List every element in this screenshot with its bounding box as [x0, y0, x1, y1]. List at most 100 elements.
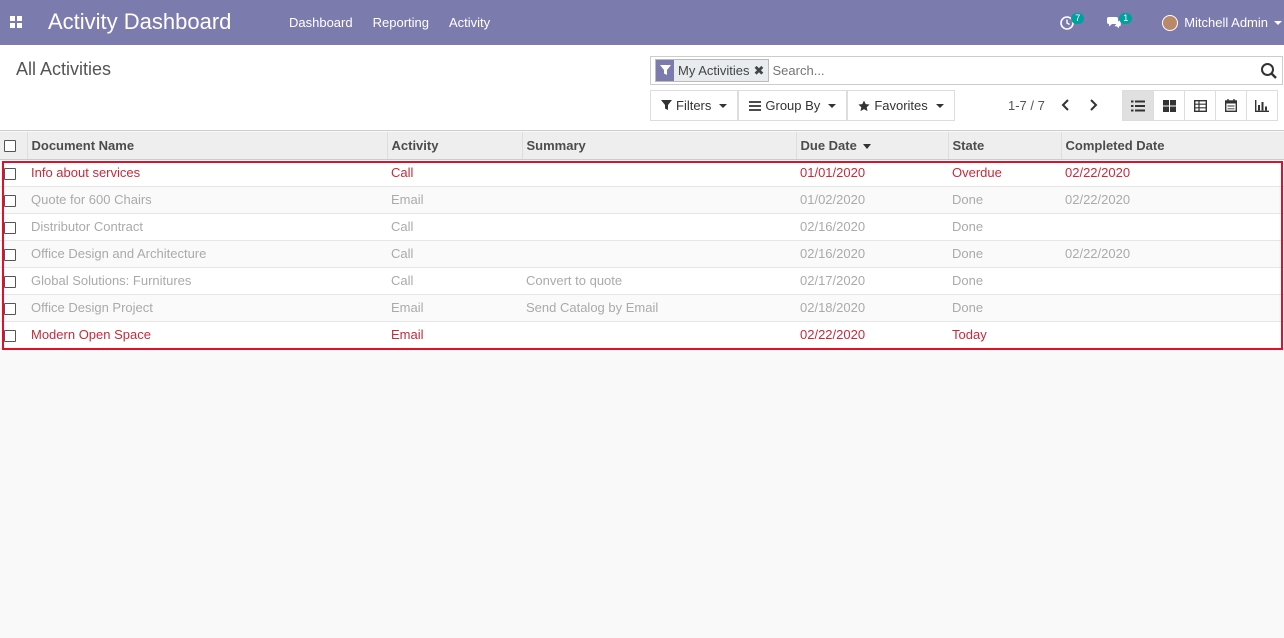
pager-value[interactable]: 1-7 / 7	[1008, 98, 1045, 113]
completed-date-cell	[1061, 267, 1284, 295]
summary-cell	[522, 321, 796, 349]
filter-icon	[661, 100, 672, 110]
pivot-view-button[interactable]	[1184, 90, 1216, 121]
row-checkbox[interactable]	[4, 329, 16, 342]
search-icon[interactable]	[1260, 62, 1278, 80]
document-name-cell: Modern Open Space	[27, 321, 387, 349]
state-cell: Done	[948, 213, 1061, 241]
table-row[interactable]: Distributor Contract Call 02/16/2020 Don…	[0, 213, 1284, 241]
state-cell: Today	[948, 321, 1061, 349]
due-date-cell: 02/16/2020	[796, 213, 948, 241]
row-checkbox[interactable]	[4, 167, 16, 180]
summary-cell: Send Catalog by Email	[522, 294, 796, 322]
column-header-summary[interactable]: Summary	[522, 132, 797, 160]
bar-chart-icon	[1255, 99, 1269, 112]
document-name-cell: Office Design Project	[27, 294, 387, 322]
user-name: Mitchell Admin	[1184, 15, 1268, 30]
activity-list: Document Name Activity Summary Due Date …	[0, 132, 1284, 349]
search-bar: My Activities ✖	[650, 56, 1283, 85]
chevron-down-icon	[828, 103, 837, 108]
row-checkbox[interactable]	[4, 194, 16, 207]
activity-tray-button[interactable]: 7	[1060, 0, 1086, 45]
activity-cell: Email	[387, 294, 522, 322]
completed-date-cell: 02/22/2020	[1061, 186, 1284, 214]
row-checkbox[interactable]	[4, 302, 16, 315]
favorites-button[interactable]: Favorites	[847, 90, 955, 121]
activity-cell: Call	[387, 267, 522, 295]
summary-cell	[522, 186, 796, 214]
select-all-cell[interactable]	[0, 132, 28, 160]
activity-cell: Call	[387, 213, 522, 241]
row-select-cell[interactable]	[0, 321, 27, 349]
row-checkbox[interactable]	[4, 248, 16, 261]
list-view-button[interactable]	[1122, 90, 1154, 121]
calendar-view-icon	[1225, 99, 1237, 112]
state-cell: Done	[948, 240, 1061, 268]
menu-item-activity[interactable]: Activity	[439, 0, 500, 45]
control-panel: All Activities My Activities ✖ Filters G…	[0, 45, 1284, 131]
document-name-cell: Global Solutions: Furnitures	[27, 267, 387, 295]
menu-item-dashboard[interactable]: Dashboard	[279, 0, 363, 45]
due-date-cell: 02/17/2020	[796, 267, 948, 295]
activity-table: Document Name Activity Summary Due Date …	[0, 132, 1284, 349]
main-menu: Dashboard Reporting Activity	[279, 0, 500, 45]
table-row[interactable]: Info about services Call 01/01/2020 Over…	[0, 159, 1284, 187]
search-input[interactable]	[772, 63, 1282, 78]
user-menu[interactable]: Mitchell Admin	[1162, 14, 1282, 31]
select-all-checkbox[interactable]	[4, 140, 16, 153]
due-date-cell: 02/18/2020	[796, 294, 948, 322]
row-checkbox[interactable]	[4, 221, 16, 234]
avatar	[1162, 14, 1179, 31]
column-header-completed-date[interactable]: Completed Date	[1061, 132, 1284, 160]
chevron-down-icon	[935, 103, 944, 108]
chevron-down-icon	[719, 103, 728, 108]
table-row[interactable]: Global Solutions: Furnitures Call Conver…	[0, 267, 1284, 295]
row-select-cell[interactable]	[0, 213, 27, 241]
graph-view-button[interactable]	[1246, 90, 1278, 121]
state-cell: Done	[948, 294, 1061, 322]
completed-date-cell: 02/22/2020	[1061, 240, 1284, 268]
messages-tray-button[interactable]: 1	[1106, 0, 1136, 45]
calendar-view-button[interactable]	[1215, 90, 1247, 121]
document-name-cell: Office Design and Architecture	[27, 240, 387, 268]
list-view-icon	[1131, 100, 1145, 111]
group-by-button[interactable]: Group By	[738, 90, 848, 121]
message-count-badge: 1	[1119, 13, 1133, 24]
filter-icon	[656, 60, 674, 81]
close-icon[interactable]: ✖	[754, 60, 768, 81]
chevron-left-icon[interactable]	[1057, 96, 1075, 114]
row-select-cell[interactable]	[0, 294, 27, 322]
kanban-view-button[interactable]	[1153, 90, 1185, 121]
row-select-cell[interactable]	[0, 186, 27, 214]
view-switcher	[1122, 90, 1278, 121]
group-by-label: Group By	[765, 98, 821, 113]
column-header-activity[interactable]: Activity	[387, 132, 523, 160]
row-select-cell[interactable]	[0, 240, 27, 268]
table-row[interactable]: Office Design Project Email Send Catalog…	[0, 294, 1284, 322]
table-view-icon	[1193, 99, 1207, 112]
apps-menu-icon[interactable]	[10, 16, 22, 28]
due-date-cell: 01/02/2020	[796, 186, 948, 214]
table-row[interactable]: Quote for 600 Chairs Email 01/02/2020 Do…	[0, 186, 1284, 214]
app-title[interactable]: Activity Dashboard	[48, 9, 231, 35]
table-row[interactable]: Office Design and Architecture Call 02/1…	[0, 240, 1284, 268]
row-select-cell[interactable]	[0, 267, 27, 295]
filters-button[interactable]: Filters	[650, 90, 739, 121]
column-header-state[interactable]: State	[948, 132, 1062, 160]
column-header-due-date[interactable]: Due Date	[796, 132, 949, 160]
completed-date-cell	[1061, 213, 1284, 241]
document-name-cell: Info about services	[27, 159, 387, 187]
chevron-right-icon[interactable]	[1084, 96, 1102, 114]
breadcrumb: All Activities	[16, 59, 112, 79]
completed-date-cell	[1061, 294, 1284, 322]
document-name-cell: Quote for 600 Chairs	[27, 186, 387, 214]
menu-item-reporting[interactable]: Reporting	[363, 0, 439, 45]
completed-date-cell	[1061, 321, 1284, 349]
column-header-document-name[interactable]: Document Name	[27, 132, 388, 160]
table-row[interactable]: Modern Open Space Email 02/22/2020 Today	[0, 321, 1284, 349]
row-select-cell[interactable]	[0, 159, 27, 187]
row-checkbox[interactable]	[4, 275, 16, 288]
favorites-label: Favorites	[874, 98, 928, 113]
activity-cell: Email	[387, 321, 522, 349]
sort-descending-icon	[862, 143, 871, 149]
